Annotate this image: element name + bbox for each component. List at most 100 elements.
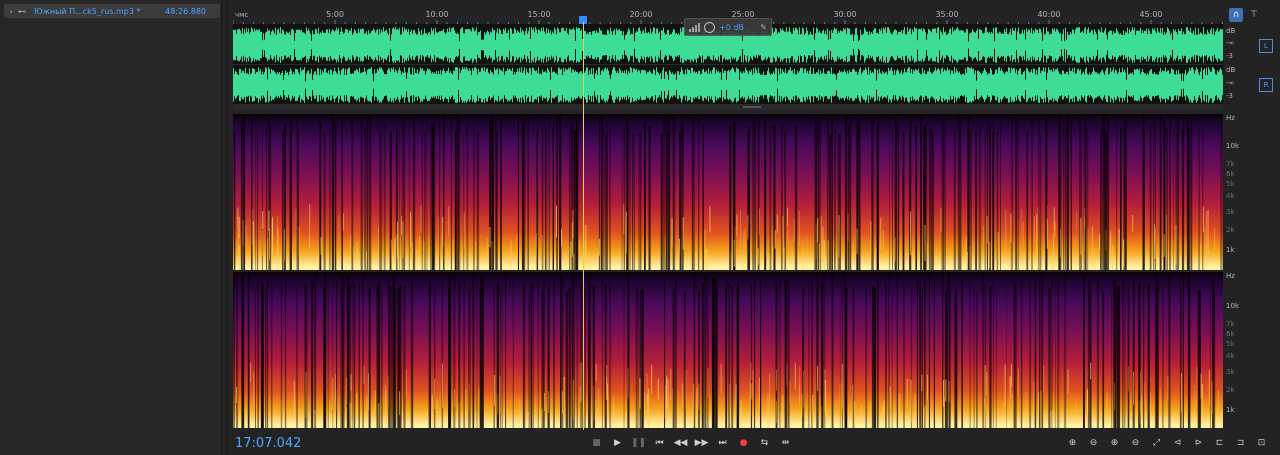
go-to-end-button[interactable]: ⏭ xyxy=(715,436,730,450)
zoom-in-amplitude-icon[interactable]: ⊕ xyxy=(1064,436,1081,450)
spectrogram-highlight xyxy=(262,211,264,230)
zoom-out-amplitude-icon[interactable]: ⊖ xyxy=(1085,436,1102,450)
spectrogram-streak xyxy=(1162,284,1164,428)
spectrogram-streak xyxy=(362,272,364,428)
spectrogram-highlight xyxy=(271,219,273,260)
pin-icon[interactable]: ⊤ xyxy=(1247,8,1261,22)
spectrogram-streak xyxy=(481,277,484,428)
spectrogram-streak xyxy=(632,133,633,270)
spectrogram-highlight xyxy=(793,218,795,242)
skip-selection-button[interactable]: ⇹ xyxy=(778,436,793,450)
spectrogram-streak xyxy=(296,288,298,428)
zoom-selection-icon[interactable]: ⊏ xyxy=(1211,436,1228,450)
zoom-out-full-icon[interactable]: ⤢ xyxy=(1148,436,1165,450)
spectrogram-highlight xyxy=(1046,219,1048,249)
spectrogram-streak xyxy=(421,121,423,270)
play-button[interactable]: ▶ xyxy=(610,436,625,450)
waveform-channel-right[interactable] xyxy=(233,66,1223,104)
editor-panel: чмс 5:00 10:00 15:00 20:00 25:00 30:00 3… xyxy=(229,0,1280,455)
loop-playback-button[interactable]: ⇆ xyxy=(757,436,772,450)
spectrogram-streak xyxy=(942,115,945,270)
spectrogram-highlight xyxy=(789,381,791,404)
spectrogram-streak xyxy=(1085,117,1086,270)
zoom-selection-right-icon[interactable]: ⊐ xyxy=(1232,436,1249,450)
spectrogram-streak xyxy=(975,130,977,270)
zoom-in-time-icon[interactable]: ⊕ xyxy=(1106,436,1123,450)
chevron-right-icon[interactable]: › xyxy=(4,7,18,16)
spectrogram-highlight xyxy=(812,394,813,428)
splitter-grip[interactable] xyxy=(743,106,761,108)
spectrogram-highlight xyxy=(841,382,843,415)
pin-icon[interactable]: ✎ xyxy=(760,23,767,32)
spectrogram-streak xyxy=(992,122,995,270)
record-button[interactable]: ● xyxy=(736,436,751,450)
spectrogram-streak xyxy=(1101,114,1104,270)
spectrogram-streak xyxy=(1124,284,1126,428)
spectrogram-highlight xyxy=(405,369,407,398)
waveform-display[interactable] xyxy=(233,24,1223,104)
pause-button[interactable]: ❚❚ xyxy=(631,436,646,450)
volume-knob[interactable] xyxy=(704,21,715,33)
playhead-line[interactable] xyxy=(583,22,584,430)
current-time-display[interactable]: 17:07.042 xyxy=(235,436,301,451)
spectrogram-highlight xyxy=(580,362,582,402)
spectrogram-highlight xyxy=(281,400,283,428)
spectrogram-highlight xyxy=(776,369,778,391)
spectrogram-highlight xyxy=(740,210,742,253)
spectrogram-streak xyxy=(1063,274,1067,428)
zoom-in-out-point-icon[interactable]: ⊳ xyxy=(1190,436,1207,450)
spectrogram-streak xyxy=(1048,287,1051,428)
spectrogram-streak xyxy=(573,130,576,270)
spectrogram-streak xyxy=(903,283,905,428)
spectrogram-highlight xyxy=(824,369,826,412)
spectrogram-highlight xyxy=(1218,390,1219,411)
file-row[interactable]: › ⊷ Южный П...ck5_rus.mp3 * 48:26.880 xyxy=(4,4,220,18)
spectrogram-highlight xyxy=(378,403,380,428)
spectrogram-highlight xyxy=(442,216,444,247)
headphones-icon[interactable]: ∩ xyxy=(1229,8,1243,22)
channel-left-toggle[interactable]: L xyxy=(1259,39,1273,53)
spectrogram-highlight xyxy=(940,207,942,233)
spectrogram-highlight xyxy=(298,226,300,270)
spectrogram-streak xyxy=(1031,117,1033,270)
spectrogram-streak xyxy=(672,115,675,270)
spectrogram-highlight xyxy=(783,247,785,270)
spectrogram-streak xyxy=(660,133,663,270)
ruler-label: 10:00 xyxy=(425,10,449,19)
channel-right-toggle[interactable]: R xyxy=(1259,78,1273,92)
stop-button[interactable]: ■ xyxy=(589,436,604,450)
hz-label: 1k xyxy=(1226,406,1235,414)
spectrogram-highlight xyxy=(775,401,777,424)
spectrogram-highlight xyxy=(671,388,673,428)
spectrogram-streak xyxy=(847,123,850,270)
spectrogram-left[interactable] xyxy=(233,114,1223,270)
rewind-button[interactable]: ◀◀ xyxy=(673,436,688,450)
spectrogram-streak xyxy=(941,124,943,270)
spectrogram-streak xyxy=(859,115,861,270)
fast-forward-button[interactable]: ▶▶ xyxy=(694,436,709,450)
go-to-start-button[interactable]: ⏮ xyxy=(652,436,667,450)
volume-hud[interactable]: +0 dB ✎ xyxy=(684,18,772,36)
spectrogram-streak xyxy=(549,119,550,270)
db-label: -∞ xyxy=(1226,39,1235,47)
spectrogram-streak xyxy=(1034,280,1037,428)
channel-separator xyxy=(233,64,1223,65)
spectrogram-streak xyxy=(982,274,984,428)
spectrogram-streak xyxy=(641,289,644,428)
spectrogram-highlight xyxy=(817,365,819,391)
view-splitter[interactable] xyxy=(233,104,1223,110)
zoom-in-point-icon[interactable]: ⊲ xyxy=(1169,436,1186,450)
waveform-right-graph xyxy=(233,67,1223,103)
spectrogram-streak xyxy=(752,118,754,270)
spectrogram-streak xyxy=(379,126,381,270)
spectrogram-highlight xyxy=(730,252,732,270)
spectrogram-streak xyxy=(1013,289,1014,428)
spectrogram-highlight xyxy=(1166,214,1167,260)
spectrogram-highlight xyxy=(989,241,991,269)
spectrogram-right[interactable] xyxy=(233,272,1223,428)
zoom-to-fit-icon[interactable]: ⊡ xyxy=(1253,436,1270,450)
zoom-out-time-icon[interactable]: ⊖ xyxy=(1127,436,1144,450)
spectrogram-streak xyxy=(694,280,696,428)
spectrogram-streak xyxy=(712,278,715,428)
spectrogram-highlight xyxy=(1112,245,1114,270)
